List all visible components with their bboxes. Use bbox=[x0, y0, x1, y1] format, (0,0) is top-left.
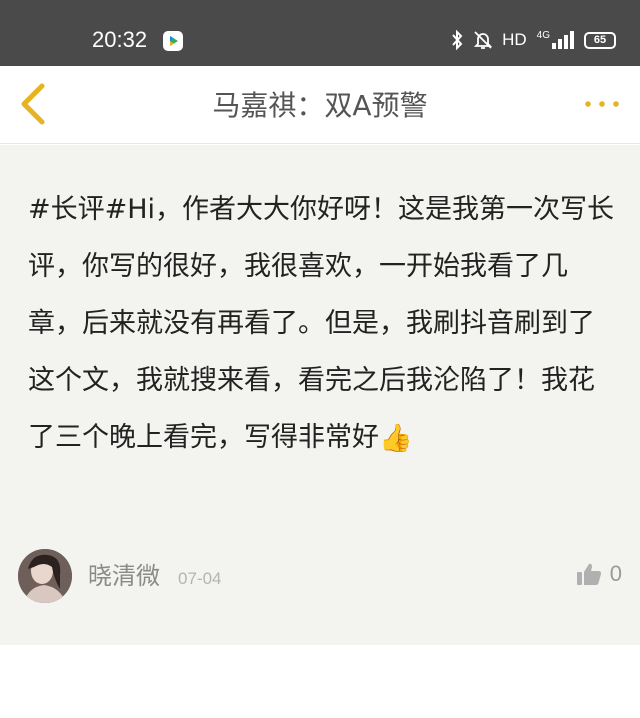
video-app-icon bbox=[162, 30, 184, 52]
avatar[interactable] bbox=[18, 549, 72, 603]
status-bar: 20:32 HD 4G 65 bbox=[0, 0, 640, 66]
more-button[interactable] bbox=[582, 94, 622, 114]
more-dots-icon bbox=[585, 101, 619, 107]
post-date: 07-04 bbox=[178, 569, 222, 588]
signal-icon: 4G bbox=[537, 31, 574, 49]
author-name[interactable]: 晓清微 bbox=[88, 561, 160, 591]
battery-icon: 65 bbox=[584, 31, 616, 49]
status-time: 20:32 bbox=[92, 27, 148, 52]
review-card: #长评#Hi，作者大大你好呀！这是我第一次写长评，你写的很好，我很喜欢，一开始我… bbox=[0, 145, 640, 645]
review-text: #长评#Hi，作者大大你好呀！这是我第一次写长评，你写的很好，我很喜欢，一开始我… bbox=[28, 194, 615, 453]
like-count: 0 bbox=[609, 561, 622, 586]
status-icons: HD 4G 65 bbox=[450, 28, 616, 52]
thumbs-up-emoji: 👍 bbox=[379, 423, 413, 454]
thumbs-up-icon bbox=[576, 563, 601, 585]
page-title: 马嘉祺：双A预警 bbox=[212, 89, 428, 122]
like-button[interactable]: 0 bbox=[576, 561, 622, 587]
nav-bar: 马嘉祺：双A预警 bbox=[0, 66, 640, 144]
review-body: #长评#Hi，作者大大你好呀！这是我第一次写长评，你写的很好，我很喜欢，一开始我… bbox=[28, 181, 618, 467]
signal-label: 4G bbox=[536, 30, 550, 41]
bluetooth-icon bbox=[450, 30, 464, 50]
network-label: HD bbox=[502, 30, 527, 49]
mute-bell-icon bbox=[474, 30, 493, 50]
